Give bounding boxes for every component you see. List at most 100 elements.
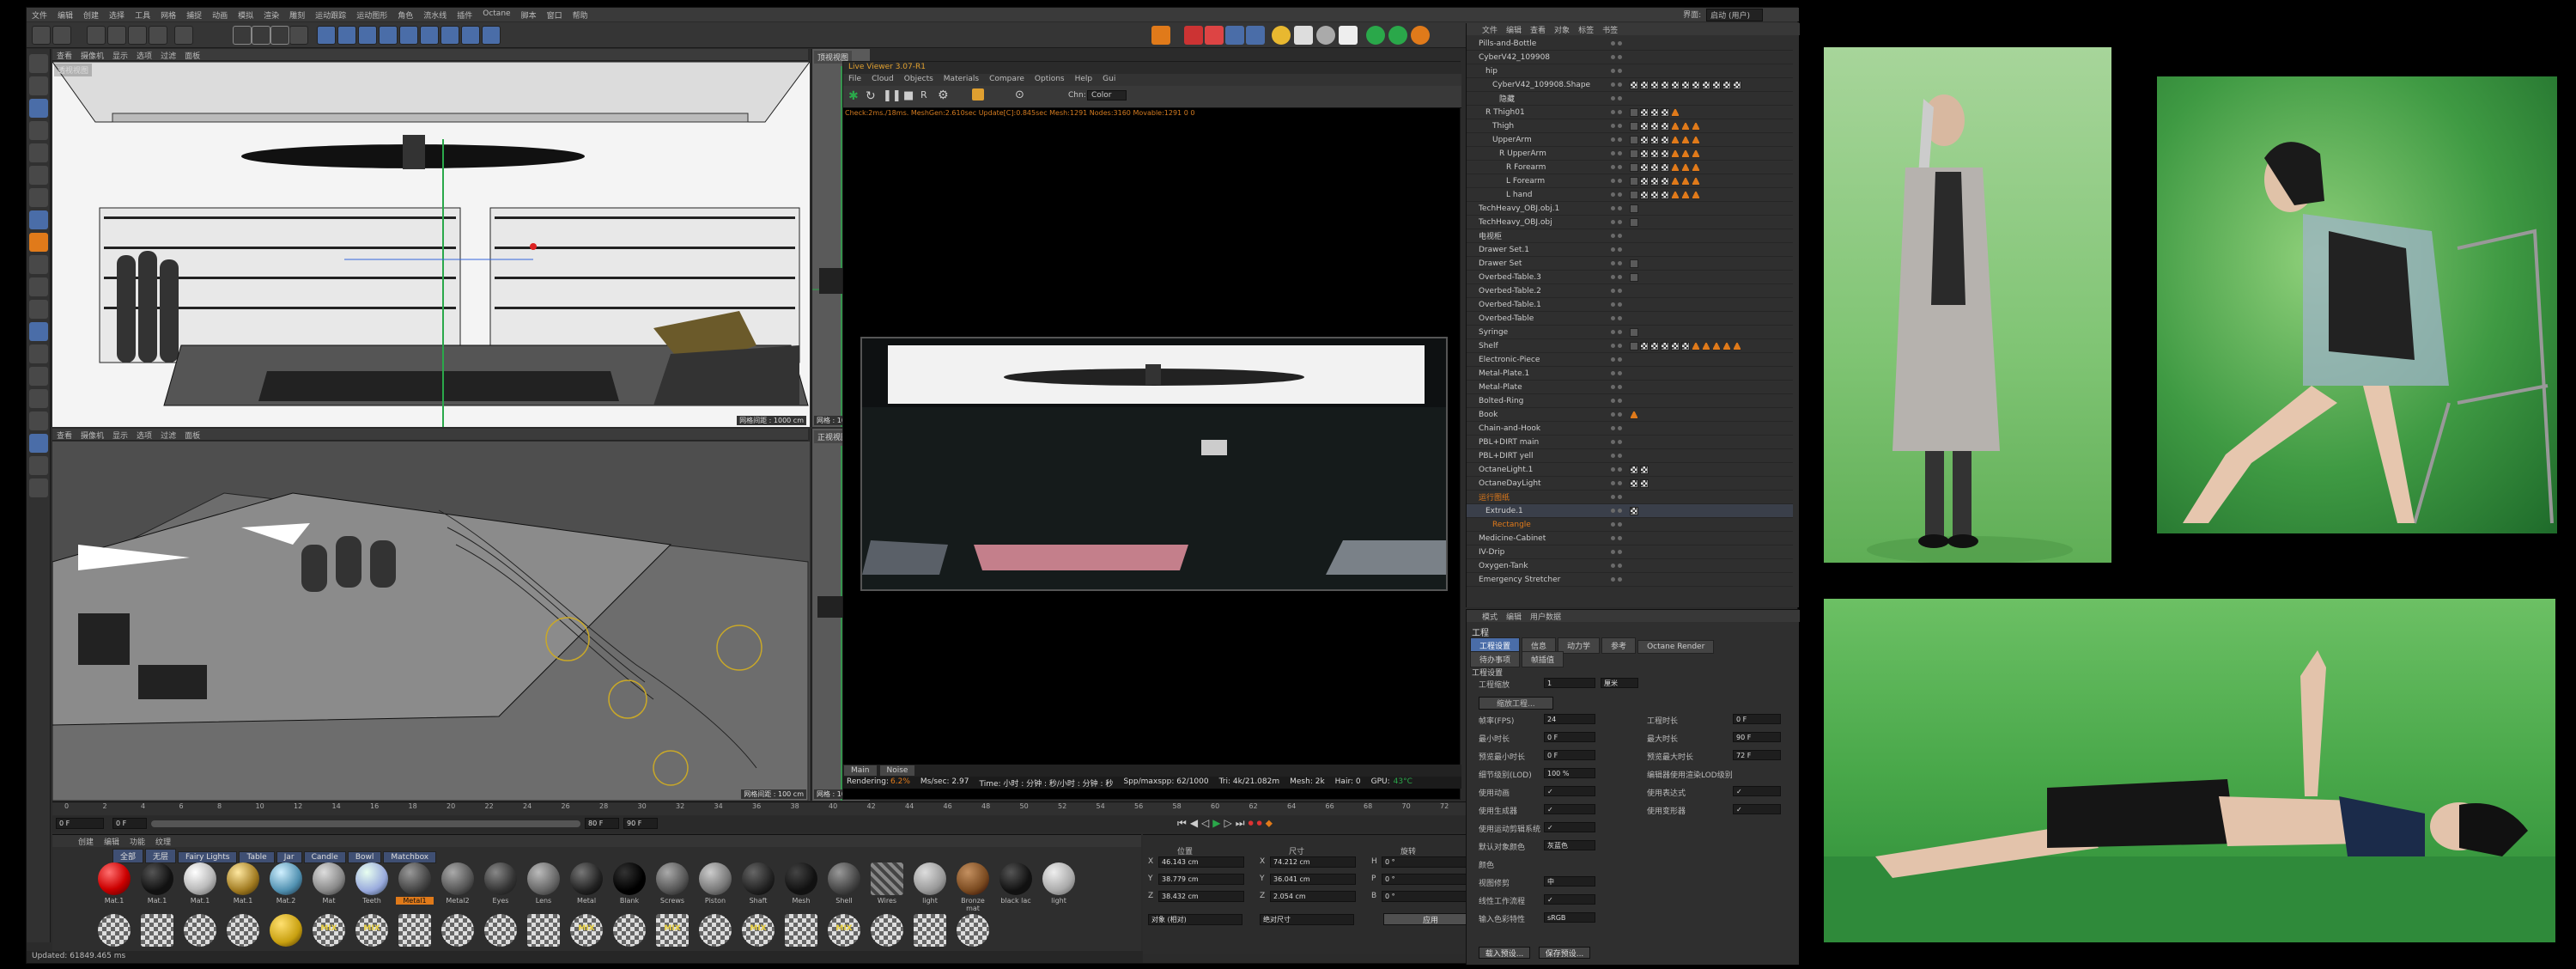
texture-tag-icon[interactable]: [1661, 135, 1669, 144]
editor-visibility-icon[interactable]: [1611, 234, 1615, 238]
attribute-value-field-2[interactable]: ✓: [1733, 804, 1781, 814]
texture-tag-icon[interactable]: [1630, 80, 1638, 89]
object-row[interactable]: R Forearm: [1467, 161, 1793, 174]
material-swatch[interactable]: [224, 914, 262, 948]
texture-tag-icon[interactable]: [1640, 465, 1649, 474]
coord-rotation-field[interactable]: 0 °: [1382, 856, 1467, 868]
editor-visibility-icon[interactable]: [1611, 509, 1615, 513]
render-play-icon[interactable]: ✱: [848, 89, 859, 103]
menu-item[interactable]: 运动跟踪: [315, 9, 346, 21]
object-row[interactable]: Extrude.1: [1467, 504, 1793, 518]
viewport-menu-item[interactable]: 摄像机: [81, 430, 104, 441]
visibility-dots[interactable]: [1611, 220, 1630, 224]
step-forward-icon[interactable]: ▷: [1224, 817, 1232, 830]
visibility-dots[interactable]: [1611, 261, 1630, 265]
visibility-dots[interactable]: [1611, 275, 1630, 279]
goto-start-icon[interactable]: ⏮: [1177, 817, 1187, 830]
editor-visibility-icon[interactable]: [1611, 261, 1615, 265]
viewport-menu-item[interactable]: 查看: [57, 50, 72, 61]
tab-noise[interactable]: Noise: [878, 765, 916, 777]
object-row[interactable]: Metal-Plate.1: [1467, 367, 1793, 381]
material-swatch[interactable]: [95, 914, 133, 948]
texture-tag-icon[interactable]: [1661, 176, 1669, 186]
texture-tag-icon[interactable]: [1650, 162, 1659, 172]
editor-visibility-icon[interactable]: [1611, 110, 1615, 114]
material-tab[interactable]: 全部: [112, 849, 144, 863]
make-editable-icon[interactable]: [29, 54, 48, 73]
attribute-menu-item[interactable]: 用户数据: [1530, 611, 1561, 622]
attribute-value-field-2[interactable]: 90 F: [1733, 732, 1781, 742]
generic-tag-icon[interactable]: [1630, 341, 1638, 350]
keyframe-icon[interactable]: ⬥: [1266, 817, 1273, 830]
object-row[interactable]: CyberV42_109908: [1467, 51, 1793, 64]
end-frame-field[interactable]: 80 F: [585, 818, 619, 829]
visibility-dots[interactable]: [1611, 495, 1630, 499]
material-swatch[interactable]: Shaft: [739, 862, 777, 905]
editor-visibility-icon[interactable]: [1611, 330, 1615, 334]
points-icon[interactable]: [29, 76, 48, 95]
visibility-dots[interactable]: [1611, 522, 1630, 527]
texture-tag-icon[interactable]: [1640, 80, 1649, 89]
object-row[interactable]: Overbed-Table.2: [1467, 284, 1793, 298]
attribute-value-field-2[interactable]: ✓: [1733, 786, 1781, 796]
render-visibility-icon[interactable]: [1618, 110, 1622, 114]
ik-tag-icon[interactable]: [1671, 176, 1680, 186]
viewport-menu-item[interactable]: 过滤: [161, 50, 176, 61]
settings-icon[interactable]: ⚙: [938, 88, 949, 102]
texture-tag-icon[interactable]: [1650, 80, 1659, 89]
menu-item[interactable]: 渲染: [264, 9, 279, 21]
live-viewer-menu-item[interactable]: Materials: [944, 75, 979, 85]
cube-icon[interactable]: [317, 26, 336, 45]
channel-select[interactable]: Color: [1087, 90, 1127, 101]
ik-tag-icon[interactable]: [1681, 162, 1690, 172]
render-reset-icon[interactable]: ↻: [866, 89, 876, 103]
material-menu-item[interactable]: 纹理: [155, 836, 171, 847]
object-row[interactable]: 隐藏: [1467, 92, 1793, 106]
model-mode-icon[interactable]: [29, 143, 48, 162]
visibility-dots[interactable]: [1611, 192, 1630, 197]
material-swatch[interactable]: black lac: [997, 862, 1035, 905]
material-swatch[interactable]: Eyes: [482, 862, 519, 905]
texture-tag-icon[interactable]: [1640, 135, 1649, 144]
menu-item[interactable]: 编辑: [58, 9, 73, 21]
material-swatch[interactable]: Mat.2: [267, 862, 305, 905]
editor-visibility-icon[interactable]: [1611, 577, 1615, 582]
generic-tag-icon[interactable]: [1630, 217, 1638, 227]
material-swatch[interactable]: Mat.1: [181, 862, 219, 905]
texture-tag-icon[interactable]: [1640, 341, 1649, 350]
texture-tag-icon[interactable]: [1650, 190, 1659, 199]
z-axis-icon[interactable]: [270, 26, 289, 45]
ik-tag-icon[interactable]: [1712, 341, 1721, 350]
visibility-dots[interactable]: [1611, 330, 1630, 334]
editor-visibility-icon[interactable]: [1611, 467, 1615, 472]
menu-item[interactable]: 角色: [398, 9, 413, 21]
attribute-value-field-2[interactable]: 0 F: [1733, 714, 1781, 724]
texture-tag-icon[interactable]: [1640, 149, 1649, 158]
start-frame-field[interactable]: 0 F: [112, 818, 147, 829]
object-row[interactable]: hip: [1467, 64, 1793, 78]
material-swatch[interactable]: [267, 914, 305, 948]
material-swatch[interactable]: Metal: [568, 862, 605, 905]
ik-tag-icon[interactable]: [1671, 107, 1680, 117]
move-icon[interactable]: [107, 26, 126, 45]
render-pause-icon[interactable]: ❚❚: [883, 89, 902, 102]
material-swatch[interactable]: Mat.1: [138, 862, 176, 905]
render-visibility-icon[interactable]: [1618, 55, 1622, 59]
object-row[interactable]: L Forearm: [1467, 174, 1793, 188]
generic-tag-icon[interactable]: [1630, 149, 1638, 158]
attribute-value-field[interactable]: ✓: [1544, 822, 1595, 832]
camera-icon[interactable]: [1339, 26, 1358, 45]
generic-tag-icon[interactable]: [1630, 259, 1638, 268]
render-visibility-icon[interactable]: [1618, 399, 1622, 403]
object-row[interactable]: Syringe: [1467, 326, 1793, 339]
menu-item[interactable]: 运动图形: [356, 9, 387, 21]
menu-item[interactable]: 窗口: [547, 9, 562, 21]
visibility-dots[interactable]: [1611, 206, 1630, 210]
object-menu-item[interactable]: 书签: [1602, 24, 1618, 35]
texture-tag-icon[interactable]: [1640, 176, 1649, 186]
menu-item[interactable]: 创建: [83, 9, 99, 21]
viewport-menu-item[interactable]: 查看: [57, 430, 72, 441]
render-visibility-icon[interactable]: [1618, 371, 1622, 375]
texture-tag-icon[interactable]: [1650, 107, 1659, 117]
x-axis-icon[interactable]: [233, 26, 252, 45]
